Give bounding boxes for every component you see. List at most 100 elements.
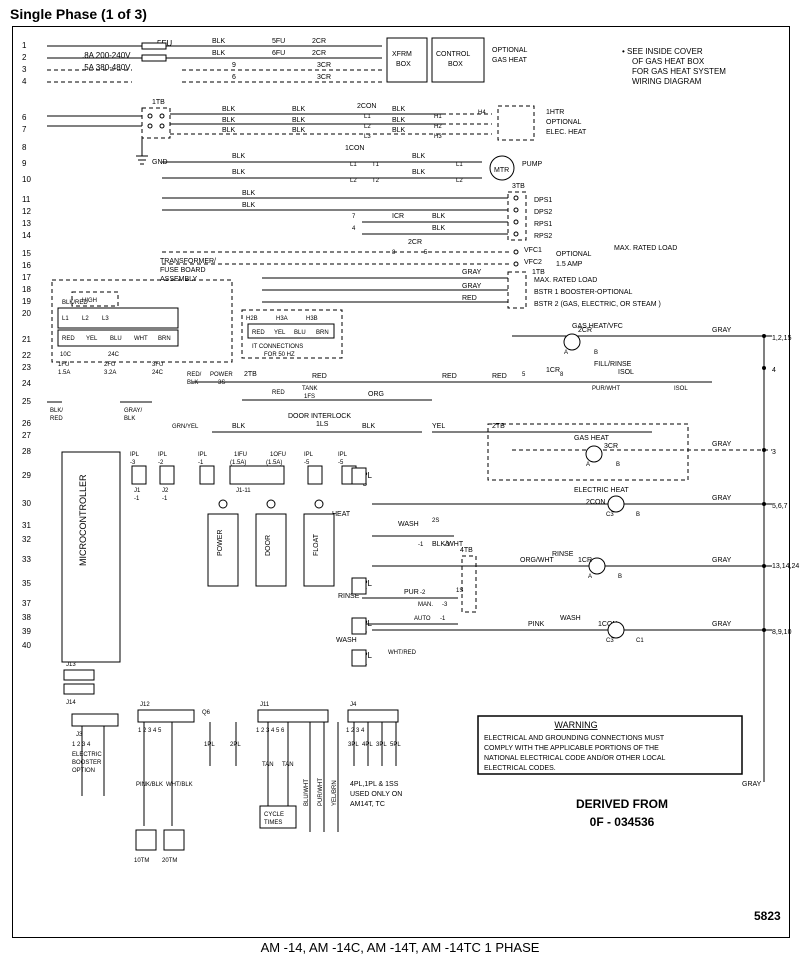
svg-text:VFC1: VFC1	[524, 247, 542, 254]
svg-text:RED: RED	[62, 336, 75, 342]
svg-text:18: 18	[22, 285, 31, 294]
svg-text:ASSEMBLY: ASSEMBLY	[160, 276, 198, 283]
svg-text:-5: -5	[304, 460, 310, 466]
svg-text:GRAY: GRAY	[742, 781, 762, 788]
svg-text:Q6: Q6	[202, 710, 211, 716]
svg-text:10: 10	[22, 175, 31, 184]
svg-text:TIMES: TIMES	[264, 820, 282, 826]
svg-text:27: 27	[22, 431, 31, 440]
svg-text:PUR: PUR	[404, 589, 419, 596]
svg-text:GRAY: GRAY	[712, 557, 732, 564]
svg-text:ORG/WHT: ORG/WHT	[520, 557, 555, 564]
svg-text:A: A	[588, 574, 592, 580]
svg-text:H2B: H2B	[246, 316, 258, 322]
svg-text:H1: H1	[434, 114, 442, 120]
svg-text:3PL: 3PL	[376, 742, 387, 748]
svg-text:30: 30	[22, 499, 31, 508]
svg-text:OPTIONAL: OPTIONAL	[492, 47, 528, 54]
svg-text:-3: -3	[130, 460, 136, 466]
svg-text:BLK: BLK	[392, 117, 406, 124]
svg-text:GRAY: GRAY	[462, 283, 482, 290]
svg-text:2CR: 2CR	[312, 38, 326, 45]
svg-text:3FU: 3FU	[152, 362, 163, 368]
svg-text:15: 15	[22, 249, 31, 258]
svg-text:14: 14	[22, 231, 31, 240]
svg-text:BLK: BLK	[292, 117, 306, 124]
svg-text:L1: L1	[364, 114, 371, 120]
svg-text:5: 5	[522, 372, 526, 378]
svg-text:VFC2: VFC2	[524, 259, 542, 266]
svg-text:BRN: BRN	[158, 336, 171, 342]
svg-text:-1: -1	[162, 496, 168, 502]
svg-text:7: 7	[22, 125, 27, 134]
svg-text:ORG: ORG	[368, 391, 384, 398]
svg-text:3CR: 3CR	[317, 74, 331, 81]
svg-text:J1-11: J1-11	[236, 488, 251, 494]
svg-text:H3: H3	[434, 134, 442, 140]
svg-text:L3: L3	[364, 134, 371, 140]
svg-text:3: 3	[22, 65, 27, 74]
svg-text:1.5A: 1.5A	[58, 370, 70, 376]
svg-text:1S: 1S	[456, 588, 463, 594]
svg-text:H3A: H3A	[276, 316, 288, 322]
svg-text:24C: 24C	[108, 352, 120, 358]
svg-text:BLK: BLK	[392, 127, 406, 134]
svg-text:POWER: POWER	[210, 372, 233, 378]
svg-text:C3: C3	[606, 638, 614, 644]
svg-text:2FU: 2FU	[104, 362, 115, 368]
svg-text:FILL/RINSE: FILL/RINSE	[594, 361, 632, 368]
svg-text:5823: 5823	[754, 909, 781, 923]
svg-text:POWER: POWER	[217, 530, 224, 556]
svg-text:28: 28	[22, 447, 31, 456]
svg-text:MICROCONTROLLER: MICROCONTROLLER	[78, 474, 88, 566]
svg-text:4: 4	[22, 77, 27, 86]
svg-text:IPL: IPL	[304, 452, 314, 458]
svg-text:J11: J11	[260, 702, 270, 708]
svg-text:ISOL: ISOL	[618, 369, 634, 376]
svg-text:L2: L2	[456, 178, 463, 184]
svg-text:3CR: 3CR	[317, 62, 331, 69]
svg-text:BLK: BLK	[432, 213, 446, 220]
svg-text:7: 7	[352, 214, 356, 220]
svg-text:5: 5	[424, 250, 428, 256]
svg-text:H2: H2	[434, 124, 442, 130]
svg-text:C3: C3	[606, 512, 614, 518]
svg-text:1PL: 1PL	[204, 742, 215, 748]
svg-text:BLK: BLK	[292, 106, 306, 113]
svg-text:1IFU: 1IFU	[234, 452, 247, 458]
svg-text:6: 6	[232, 74, 236, 81]
svg-text:BLK: BLK	[242, 202, 256, 209]
svg-text:37: 37	[22, 599, 31, 608]
svg-text:-1: -1	[134, 496, 140, 502]
svg-text:GRAY: GRAY	[712, 495, 732, 502]
svg-text:(1.5A): (1.5A)	[230, 460, 246, 466]
svg-text:ICR: ICR	[392, 213, 404, 220]
svg-text:ELECTRIC: ELECTRIC	[72, 752, 102, 758]
svg-text:RED: RED	[312, 373, 327, 380]
svg-text:2CON: 2CON	[586, 499, 605, 506]
svg-text:BLU: BLU	[294, 330, 306, 336]
svg-text:BLK: BLK	[222, 117, 236, 124]
svg-text:USED ONLY ON: USED ONLY ON	[350, 791, 402, 798]
svg-text:2TB: 2TB	[244, 371, 257, 378]
svg-text:BLK: BLK	[232, 169, 246, 176]
svg-text:L1: L1	[62, 316, 69, 322]
svg-text:H4: H4	[478, 110, 486, 116]
svg-text:A: A	[586, 462, 590, 468]
svg-text:WASH: WASH	[398, 521, 419, 528]
svg-text:BLK: BLK	[292, 127, 306, 134]
svg-text:33: 33	[22, 555, 31, 564]
svg-text:ELECTRICAL AND GROUNDING CONNE: ELECTRICAL AND GROUNDING CONNECTIONS MUS…	[484, 735, 665, 742]
svg-text:FLOAT: FLOAT	[313, 533, 320, 556]
svg-text:RPS2: RPS2	[534, 233, 552, 240]
svg-text:WHT: WHT	[134, 336, 148, 342]
svg-text:12: 12	[22, 207, 31, 216]
svg-text:2CR: 2CR	[312, 50, 326, 57]
svg-text:B: B	[636, 512, 640, 518]
svg-text:ELECTRICAL CODES.: ELECTRICAL CODES.	[484, 765, 556, 772]
svg-text:ISOL: ISOL	[674, 386, 688, 392]
svg-text:MAN.: MAN.	[418, 602, 433, 608]
svg-text:.5A 380-480V: .5A 380-480V	[82, 63, 131, 72]
svg-text:RED: RED	[252, 330, 265, 336]
svg-text:1.5 AMP: 1.5 AMP	[556, 261, 583, 268]
